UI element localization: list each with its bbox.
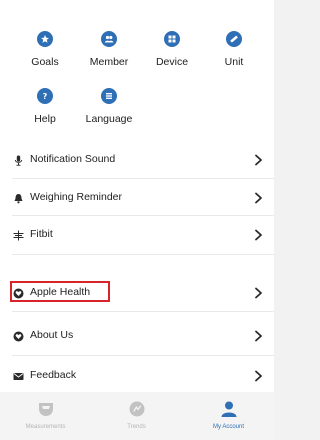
weighing-reminder-label: Weighing Reminder	[30, 191, 123, 203]
microphone-icon	[13, 155, 24, 166]
bottom-tab-bar: Measurements Trends My Account	[0, 392, 274, 440]
help-label: Help	[34, 113, 56, 125]
tab-my-account[interactable]: My Account	[183, 392, 274, 440]
device-button[interactable]: Device	[145, 18, 199, 74]
divider	[12, 355, 274, 356]
member-button[interactable]: Member	[82, 18, 136, 74]
chevron-right-icon	[254, 330, 263, 342]
tab-measurements[interactable]: Measurements	[0, 392, 91, 440]
goals-label: Goals	[31, 56, 59, 68]
member-label: Member	[89, 56, 129, 68]
help-button[interactable]: ? Help	[18, 75, 72, 131]
unit-button[interactable]: Unit	[207, 18, 261, 74]
globe-icon	[101, 88, 117, 104]
mail-icon	[13, 371, 24, 382]
divider	[12, 254, 274, 255]
settings-card: Goals Member Device Unit ? Help Language	[0, 0, 274, 392]
about-us-label: About Us	[30, 329, 74, 341]
highlight-box	[10, 281, 110, 302]
goals-button[interactable]: Goals	[18, 18, 72, 74]
divider	[12, 178, 274, 179]
language-label: Language	[85, 113, 133, 125]
people-icon	[101, 31, 117, 47]
tab-trends[interactable]: Trends	[91, 392, 182, 440]
trends-icon	[129, 401, 144, 417]
feedback-label: Feedback	[30, 369, 77, 381]
about-us-row[interactable]: About Us	[0, 318, 274, 354]
ruler-icon	[226, 31, 242, 47]
device-label: Device	[155, 56, 189, 68]
chevron-right-icon	[254, 370, 263, 382]
unit-label: Unit	[224, 56, 244, 68]
star-icon	[37, 31, 53, 47]
feedback-row[interactable]: Feedback	[0, 358, 274, 394]
tab-trends-label: Trends	[127, 424, 146, 430]
notification-sound-label: Notification Sound	[30, 153, 116, 165]
divider	[12, 215, 274, 216]
chevron-right-icon	[254, 154, 263, 166]
svg-text:?: ?	[43, 92, 48, 101]
question-icon: ?	[37, 88, 53, 104]
person-icon	[221, 401, 236, 417]
weighing-reminder-row[interactable]: Weighing Reminder	[0, 180, 274, 216]
fitbit-row[interactable]: Fitbit	[0, 217, 274, 253]
chevron-right-icon	[254, 287, 263, 299]
device-grid-icon	[164, 31, 180, 47]
chevron-right-icon	[254, 192, 263, 204]
fitbit-icon	[13, 230, 24, 241]
divider	[12, 311, 274, 312]
info-icon	[13, 331, 24, 342]
tab-measurements-label: Measurements	[25, 424, 66, 430]
fitbit-label: Fitbit	[30, 228, 53, 240]
scale-icon	[38, 403, 53, 416]
chevron-right-icon	[254, 229, 263, 241]
bell-icon	[13, 193, 24, 204]
tab-my-account-label: My Account	[212, 424, 244, 430]
notification-sound-row[interactable]: Notification Sound	[0, 142, 274, 178]
language-button[interactable]: Language	[82, 75, 136, 131]
